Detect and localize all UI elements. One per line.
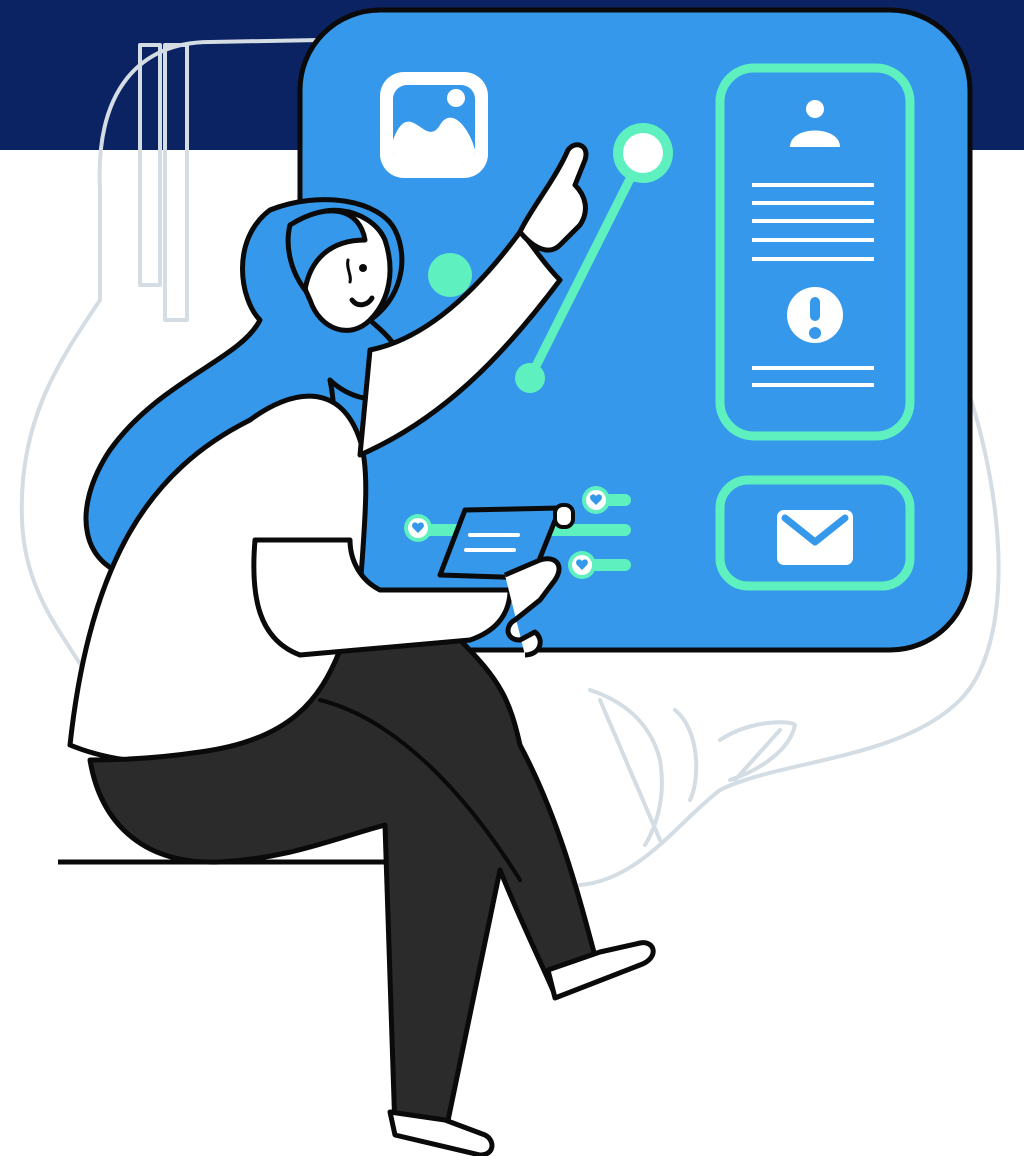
envelope-icon <box>777 510 853 565</box>
exclamation-icon <box>787 287 843 343</box>
illustration-svg <box>19 7 1001 1156</box>
shoe-left <box>387 1109 495 1156</box>
image-icon[interactable] <box>380 72 488 178</box>
illustration-stage <box>0 0 1024 1156</box>
eye <box>359 264 367 272</box>
